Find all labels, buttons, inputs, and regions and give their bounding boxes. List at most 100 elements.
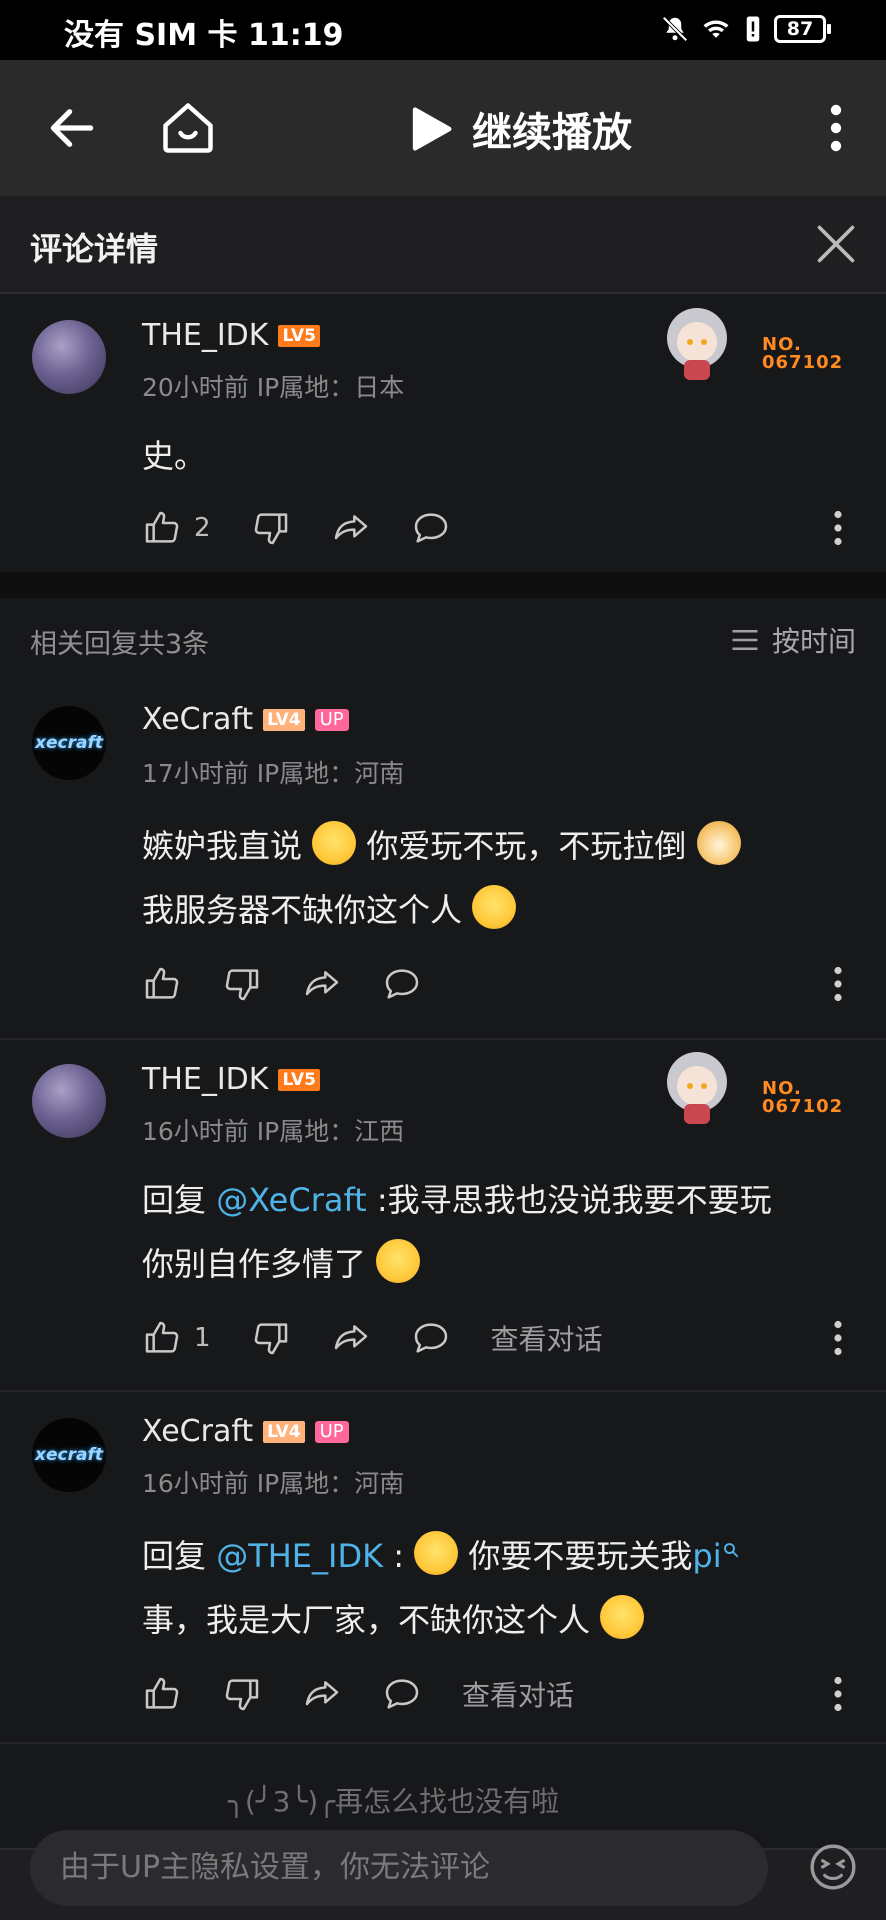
share-button[interactable] — [331, 1318, 371, 1358]
comment-text: 回复 @THE_IDK : 你要不要玩关我pi 事，我是大厂家，不缺你这个人 — [142, 1524, 882, 1652]
mention-link[interactable]: @XeCraft — [216, 1181, 367, 1219]
fan-badge-avatar-icon — [667, 308, 727, 380]
search-keyword-link[interactable]: pi — [692, 1537, 721, 1575]
thumbs-down-icon — [254, 1323, 287, 1355]
search-icon[interactable] — [722, 1541, 740, 1559]
comment-meta: 16小时前 IP属地：河南 — [142, 1469, 405, 1498]
play-icon — [412, 107, 452, 151]
thumbs-down-icon — [225, 1679, 259, 1711]
laughing-emoji-icon — [312, 821, 357, 865]
home-icon[interactable] — [158, 98, 218, 158]
comment-actions: 查看对话 — [142, 1674, 574, 1714]
level-badge: LV4 — [263, 708, 305, 731]
level-badge: LV5 — [278, 1068, 320, 1091]
thumbs-up-icon — [145, 1321, 179, 1353]
top-nav: 继续播放 — [0, 60, 886, 196]
comment-input[interactable]: 由于UP主隐私设置，你无法评论 — [30, 1830, 768, 1906]
reply-button[interactable] — [382, 1674, 422, 1714]
mention-link[interactable]: @THE_IDK — [216, 1537, 383, 1575]
dislike-button[interactable] — [222, 1674, 262, 1714]
comment-bubble-icon — [385, 1679, 419, 1709]
laughing-emoji-icon — [600, 1595, 645, 1639]
sort-label: 按时间 — [771, 625, 856, 658]
comment-bubble-icon — [385, 969, 419, 999]
sort-list-icon — [732, 630, 758, 650]
share-icon — [305, 1681, 339, 1706]
dislike-button[interactable] — [251, 508, 291, 548]
share-icon — [334, 1325, 367, 1350]
thumbs-down-icon — [225, 969, 259, 1001]
dislike-button[interactable] — [251, 1318, 291, 1358]
comment-bubble-icon — [414, 1323, 447, 1353]
back-arrow-icon[interactable] — [44, 100, 100, 156]
more-vert-icon[interactable] — [826, 104, 846, 152]
reply-divider — [0, 1390, 886, 1392]
comment-more-icon[interactable] — [832, 508, 844, 548]
up-badge: UP — [314, 1420, 349, 1443]
page-title: 评论详情 — [30, 230, 159, 268]
share-button[interactable] — [331, 508, 371, 548]
mute-bell-icon — [662, 16, 688, 42]
comment-more-icon[interactable] — [832, 964, 844, 1004]
like-count: 1 — [194, 1323, 211, 1353]
laughing-emoji-icon — [472, 885, 517, 929]
battery-icon: 87 — [774, 15, 831, 43]
thumbs-up-icon — [145, 967, 179, 999]
reply-divider — [0, 1742, 886, 1744]
end-of-list-text: ╮(╯3╰)╭再怎么找也没有啦 — [228, 1785, 560, 1818]
share-icon — [334, 515, 367, 540]
comment-actions: 2 — [142, 508, 491, 548]
like-count: 2 — [194, 513, 211, 543]
view-conversation-link[interactable]: 查看对话 — [462, 1674, 574, 1714]
comment-text: 回复 @XeCraft :我寻思我也没说我要不要玩 你别自作多情了 — [142, 1181, 772, 1283]
comment-author[interactable]: XeCraft LV4 UP — [142, 1414, 349, 1449]
comment-author[interactable]: THE_IDK LV5 — [142, 318, 320, 353]
comment-meta: 20小时前 IP属地：日本 — [142, 373, 405, 402]
status-icons: 87 — [660, 14, 831, 44]
continue-play-label: 继续播放 — [472, 110, 632, 156]
close-icon[interactable] — [814, 222, 858, 266]
avatar[interactable] — [32, 1064, 106, 1138]
comment-actions — [142, 964, 462, 1004]
reply-divider — [0, 1038, 886, 1040]
section-divider — [0, 572, 886, 598]
like-button[interactable] — [142, 964, 182, 1004]
fan-badge-avatar-icon — [667, 1052, 727, 1124]
up-badge: UP — [314, 708, 349, 731]
username[interactable]: XeCraft — [142, 1414, 253, 1449]
like-button[interactable]: 2 — [142, 508, 211, 548]
like-button[interactable] — [142, 1674, 182, 1714]
reply-button[interactable] — [411, 1318, 451, 1358]
fan-number: NO. 067102 — [762, 334, 844, 373]
doge-emoji-icon — [696, 821, 741, 865]
emoji-face-icon[interactable] — [808, 1842, 858, 1892]
avatar[interactable]: xecraft — [32, 706, 106, 780]
related-replies-count: 相关回复共3条 — [30, 629, 210, 660]
level-badge: LV4 — [263, 1420, 305, 1443]
alert-icon — [746, 16, 760, 42]
sort-button[interactable]: 按时间 — [730, 620, 856, 660]
reply-button[interactable] — [382, 964, 422, 1004]
laughing-emoji-icon — [414, 1531, 459, 1575]
share-button[interactable] — [302, 964, 342, 1004]
avatar[interactable] — [32, 320, 106, 394]
comment-detail-header: 评论详情 — [0, 196, 886, 294]
comment-author[interactable]: THE_IDK LV5 — [142, 1062, 320, 1097]
comment-meta: 16小时前 IP属地：江西 — [142, 1117, 405, 1146]
like-button[interactable]: 1 — [142, 1318, 211, 1358]
username[interactable]: THE_IDK — [142, 1062, 268, 1097]
comment-more-icon[interactable] — [832, 1674, 844, 1714]
thumbs-down-icon — [254, 513, 287, 545]
continue-play-button[interactable]: 继续播放 — [408, 100, 632, 158]
view-conversation-link[interactable]: 查看对话 — [491, 1318, 603, 1358]
level-badge: LV5 — [278, 324, 320, 347]
dislike-button[interactable] — [222, 964, 262, 1004]
avatar[interactable]: xecraft — [32, 1418, 106, 1492]
share-button[interactable] — [302, 1674, 342, 1714]
status-bar: 没有 SIM 卡 11:19 87 — [0, 0, 886, 60]
username[interactable]: XeCraft — [142, 702, 253, 737]
comment-more-icon[interactable] — [832, 1318, 844, 1358]
username[interactable]: THE_IDK — [142, 318, 268, 353]
reply-button[interactable] — [411, 508, 451, 548]
comment-author[interactable]: XeCraft LV4 UP — [142, 702, 349, 737]
